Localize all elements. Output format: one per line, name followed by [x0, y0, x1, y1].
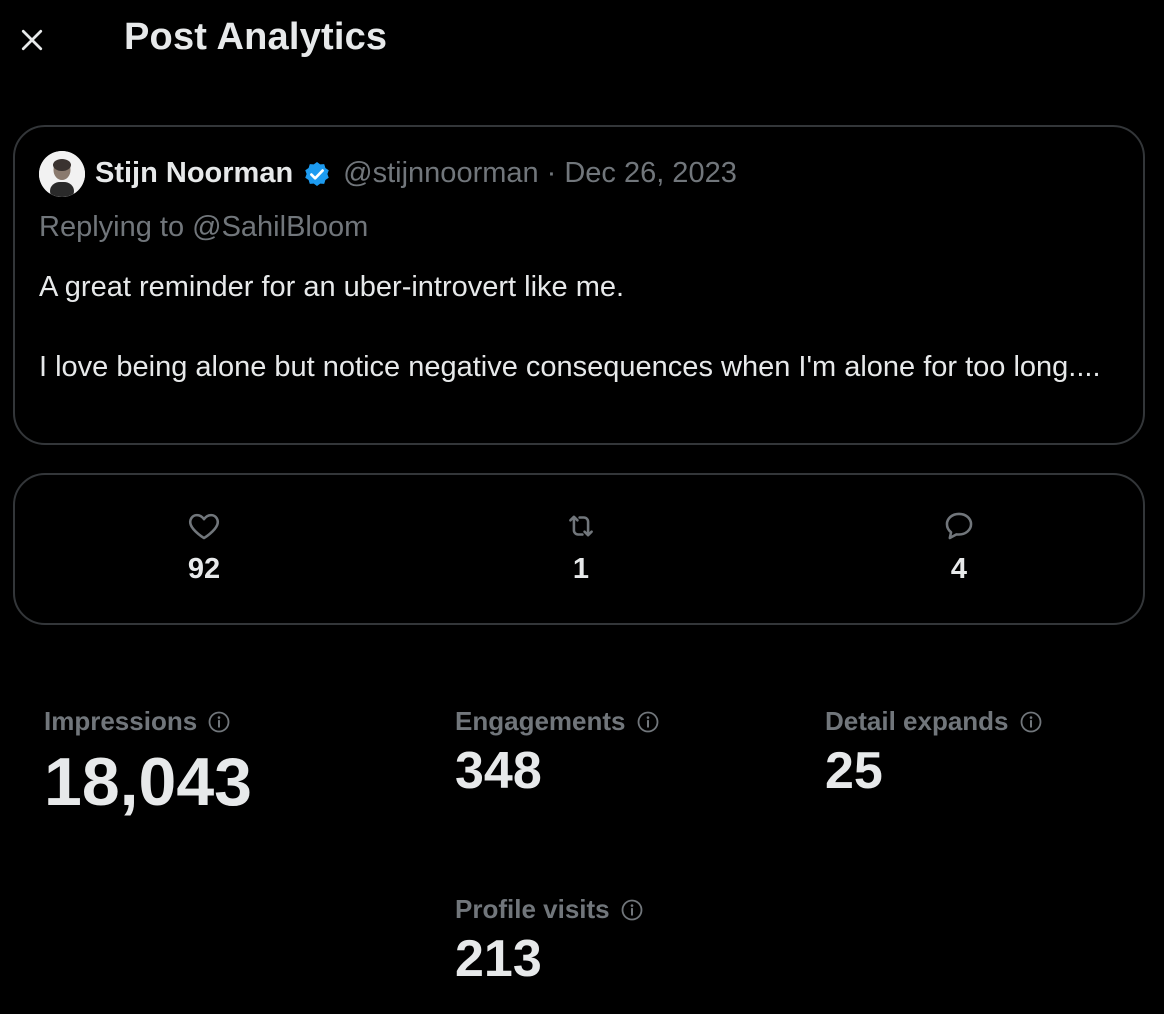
detail-expands-stat: Detail expands 25 — [825, 706, 1043, 801]
replying-to: Replying to @SahilBloom — [39, 211, 369, 243]
tweet-text: A great reminder for an uber-introvert l… — [39, 267, 1119, 387]
impressions-value: 18,043 — [44, 744, 252, 820]
header: Post Analytics — [0, 0, 1164, 80]
engagements-stat: Engagements 348 — [455, 706, 660, 801]
tweet-text-line: A great reminder for an uber-introvert l… — [39, 271, 625, 303]
close-button[interactable] — [12, 20, 52, 60]
reposts-metric[interactable]: 1 — [521, 509, 641, 586]
tweet-text-line: I love being alone but notice negative c… — [39, 351, 1101, 383]
detail-expands-value: 25 — [825, 742, 883, 800]
repost-icon — [569, 515, 593, 537]
impressions-label-row: Impressions — [44, 706, 252, 737]
page-title: Post Analytics — [124, 16, 388, 58]
reposts-count: 1 — [572, 553, 590, 585]
heart-icon — [189, 513, 219, 540]
tweet-card[interactable]: Stijn Noorman @stijnnoorman · Dec 26, 20… — [13, 125, 1145, 445]
likes-metric[interactable]: 92 — [144, 509, 264, 586]
profile-visits-label: Profile visits — [455, 894, 610, 924]
engagement-metrics-card: 92 1 4 — [13, 473, 1145, 625]
tweet-date[interactable]: Dec 26, 2023 — [564, 157, 737, 190]
impressions-stat: Impressions 18,043 — [44, 706, 252, 821]
author-name[interactable]: Stijn Noorman — [95, 157, 293, 190]
tweet-header: Stijn Noorman @stijnnoorman · Dec 26, 20… — [95, 157, 737, 190]
profile-visits-stat: Profile visits 213 — [455, 894, 644, 989]
profile-visits-label-row: Profile visits — [455, 894, 644, 925]
info-icon[interactable] — [620, 898, 644, 922]
info-icon[interactable] — [636, 710, 660, 734]
replies-metric[interactable]: 4 — [899, 509, 1019, 586]
reply-icon — [945, 512, 973, 540]
profile-visits-value: 213 — [455, 930, 542, 988]
post-analytics-page: Post Analytics Stijn Noorman @stijnnoorm… — [0, 0, 1164, 1014]
avatar-image — [39, 151, 85, 197]
separator-dot: · — [546, 157, 557, 189]
detail-expands-label-row: Detail expands — [825, 706, 1043, 737]
impressions-label: Impressions — [44, 706, 198, 736]
engagements-value: 348 — [455, 742, 542, 800]
info-icon[interactable] — [207, 710, 231, 734]
info-icon[interactable] — [1019, 710, 1043, 734]
detail-expands-label: Detail expands — [825, 706, 1009, 736]
engagements-label: Engagements — [455, 706, 626, 736]
verified-badge-icon[interactable] — [301, 158, 333, 190]
engagements-label-row: Engagements — [455, 706, 660, 737]
replies-count: 4 — [950, 553, 968, 585]
author-handle[interactable]: @stijnnoorman — [343, 157, 538, 190]
avatar[interactable] — [39, 151, 85, 197]
likes-count: 92 — [187, 553, 221, 585]
close-icon — [21, 29, 43, 51]
